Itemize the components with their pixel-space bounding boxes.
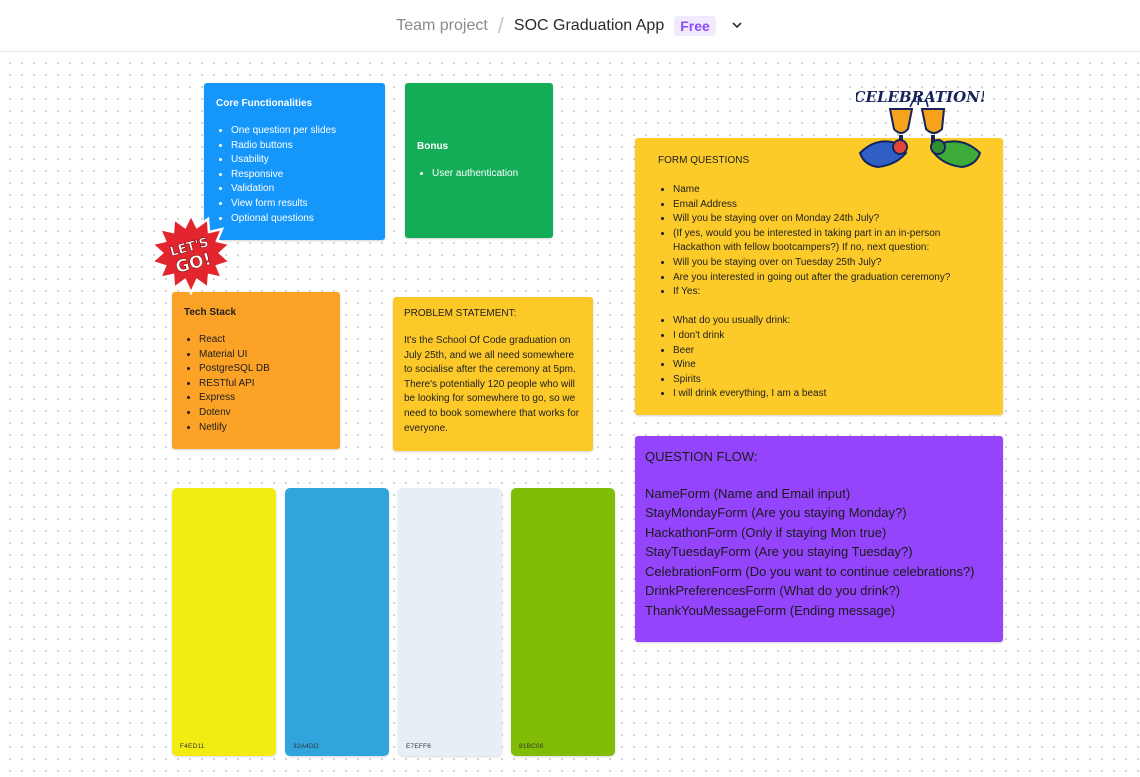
flow-line: CelebrationForm (Do you want to continue… [645,563,975,579]
list-item: One question per slides [231,124,373,139]
sticky-note-question-flow[interactable]: QUESTION FLOW: NameForm (Name and Email … [635,436,1003,642]
list-item: What do you usually drink: [673,314,980,329]
flow-line: NameForm (Name and Email input) [645,485,851,501]
note-body: It's the School Of Code graduation on Ju… [404,335,580,434]
note-title: PROBLEM STATEMENT: [404,308,517,319]
celebration-toast-sticker-icon[interactable]: CELEBRATION! [854,85,986,177]
list-item: View form results [231,197,373,212]
list-item-blank [673,300,980,315]
list-item: Spirits [673,373,980,388]
list-item: Wine [673,358,980,373]
swatch-label: F4ED11 [180,743,205,750]
list-item: Material UI [199,348,328,363]
list-item: I will drink everything, I am a beast [673,387,980,402]
chevron-down-icon[interactable] [730,19,744,33]
note-list: One question per slides Radio buttons Us… [216,124,373,226]
top-bar: Team project / SOC Graduation App Free [0,0,1140,52]
list-item: Name [673,183,980,198]
list-item: Will you be staying over on Tuesday 25th… [673,256,980,271]
list-item: Email Address [673,198,980,213]
list-item: Beer [673,344,980,359]
color-swatch[interactable]: E7EFF6 [398,488,502,756]
sticky-note-bonus[interactable]: Bonus User authentication [405,83,553,238]
breadcrumb-parent[interactable]: Team project [396,17,488,35]
breadcrumb-separator: / [497,12,504,38]
list-item: (If yes, would you be interested in taki… [673,227,980,256]
flow-line: StayTuesdayForm (Are you staying Tuesday… [645,544,913,559]
note-list: User authentication [417,167,541,182]
list-item: Will you be staying over on Monday 24th … [673,212,980,227]
list-item: Radio buttons [231,139,373,154]
list-item: User authentication [432,167,541,182]
note-list: React Material UI PostgreSQL DB RESTful … [184,333,328,435]
list-item: Are you interested in going out after th… [673,271,980,286]
note-title: Tech Stack [184,307,237,318]
note-title: Core Functionalities [216,98,313,109]
list-item: Netlify [199,421,328,436]
list-item: React [199,333,328,348]
flow-line: DrinkPreferencesForm (What do you drink?… [645,583,901,598]
note-title: QUESTION FLOW: [645,449,758,464]
swatch-label: E7EFF6 [406,743,432,750]
swatch-label: 81BC06 [519,743,544,750]
note-title: Bonus [417,141,449,152]
color-swatch[interactable]: 32A4DD [285,488,389,756]
swatch-label: 32A4DD [293,743,319,750]
note-list: Name Email Address Will you be staying o… [658,183,980,402]
list-item: Validation [231,182,373,197]
color-swatch[interactable]: 81BC06 [511,488,615,756]
sticker-text: CELEBRATION! [856,88,984,106]
list-item: PostgreSQL DB [199,362,328,377]
flow-line: StayMondayForm (Are you staying Monday?) [645,505,907,520]
list-item: RESTful API [199,377,328,392]
flow-line: HackathonForm (Only if staying Mon true) [645,524,887,540]
list-item: Responsive [231,168,373,183]
list-item: Optional questions [231,212,373,227]
list-item: Usability [231,153,373,168]
list-item: Express [199,391,328,406]
list-item: I don't drink [673,329,980,344]
lets-go-sticker-icon[interactable]: LET'S GO! [149,212,233,296]
list-item: Dotenv [199,406,328,421]
plan-badge[interactable]: Free [674,15,716,36]
color-swatch[interactable]: F4ED11 [172,488,276,756]
list-item: If Yes: [673,285,980,300]
sticky-note-form-questions[interactable]: FORM QUESTIONS Name Email Address Will y… [635,138,1003,415]
sticky-note-problem-statement[interactable]: PROBLEM STATEMENT: It's the School Of Co… [393,297,593,451]
board-title[interactable]: SOC Graduation App [514,17,664,35]
sticky-note-tech-stack[interactable]: Tech Stack React Material UI PostgreSQL … [172,292,340,449]
flow-line: ThankYouMessageForm (Ending message) [645,602,896,618]
